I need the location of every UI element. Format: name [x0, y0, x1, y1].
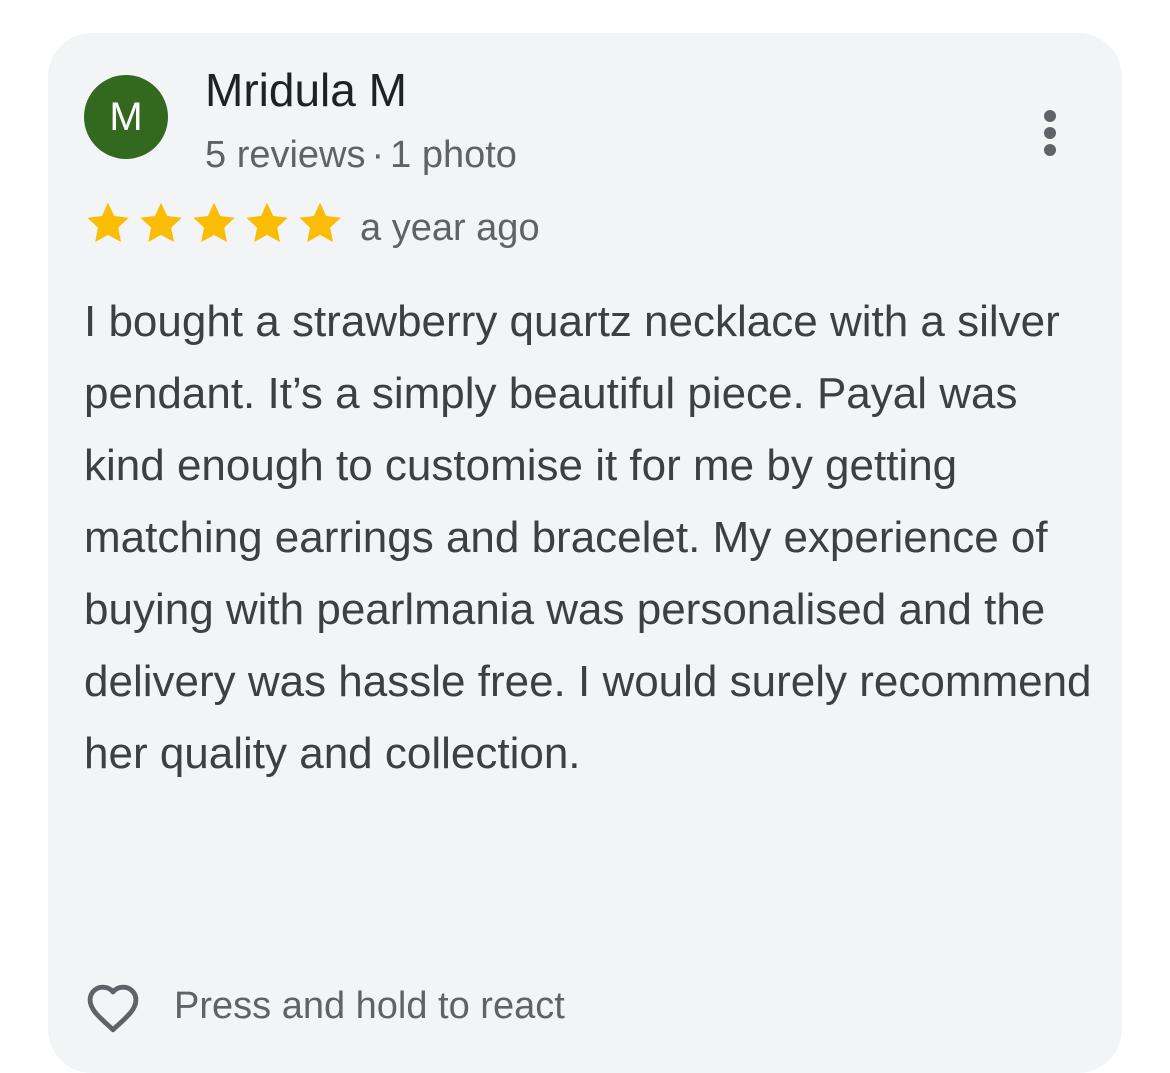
star-icon	[299, 202, 341, 242]
review-text: I bought a strawberry quartz necklace wi…	[84, 297, 1092, 778]
meta-separator: ·	[371, 134, 385, 176]
star-icon	[246, 202, 288, 242]
author-meta: 5 reviews · 1 photo	[205, 130, 517, 180]
star-icon	[193, 202, 235, 242]
more-vert-icon-dot	[1044, 144, 1056, 156]
avatar-initial: M	[109, 95, 143, 139]
star-icon	[87, 202, 129, 242]
react-button[interactable]: Press and hold to react	[82, 975, 565, 1037]
more-vert-icon	[1044, 110, 1056, 122]
more-vert-icon-dot	[1044, 127, 1056, 139]
reviews-count: 5 reviews	[205, 134, 366, 176]
more-options-button[interactable]	[1022, 98, 1078, 168]
star-rating	[82, 198, 347, 250]
review-time: a year ago	[360, 207, 540, 249]
heart-outline-icon	[87, 984, 139, 1033]
photos-count: 1 photo	[390, 134, 517, 176]
author-name[interactable]: Mridula M	[205, 60, 407, 120]
react-label: Press and hold to react	[174, 984, 565, 1027]
star-icon	[140, 202, 182, 242]
avatar[interactable]: M	[84, 75, 168, 159]
